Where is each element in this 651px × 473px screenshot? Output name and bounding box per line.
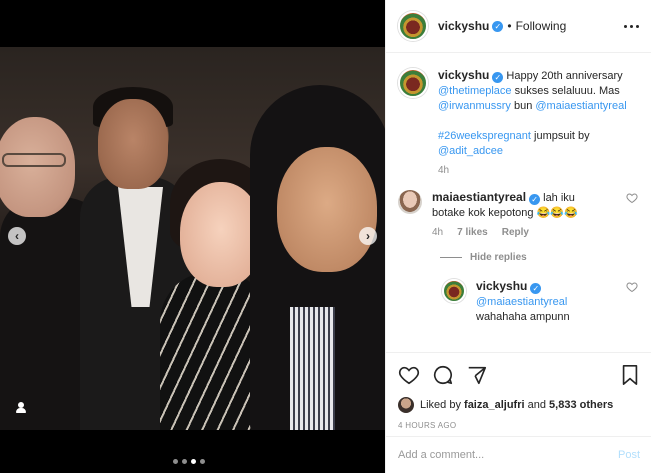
reply-avatar[interactable] [442, 279, 466, 303]
action-icons [398, 363, 640, 387]
mention-link[interactable]: @adit_adcee [438, 145, 503, 157]
reply-body: wahahaha ampunn [476, 311, 570, 323]
verified-badge-icon: ✓ [492, 20, 504, 32]
comment-time[interactable]: 4h [432, 227, 443, 238]
post-sidebar: vickyshu ✓ • Following vickyshu ✓ Happy 2… [385, 0, 651, 473]
caption: vickyshu ✓ Happy 20th anniversary @thetim… [398, 68, 640, 176]
add-comment-bar: Post [386, 436, 651, 473]
author-avatar[interactable] [398, 11, 428, 41]
reply-username[interactable]: vickyshu [476, 279, 527, 293]
caption-avatar[interactable] [398, 68, 428, 98]
more-options-icon[interactable] [624, 24, 639, 28]
tagged-users-icon[interactable] [16, 402, 26, 413]
caption-text-part: jumpsuit by [530, 130, 590, 142]
photo-detail [98, 99, 168, 189]
carousel-next-button[interactable]: › [359, 227, 377, 245]
caption-meta: 4h [438, 165, 628, 176]
hashtag-link[interactable]: #26weekspregnant [438, 130, 531, 142]
post-actions: Liked by faiza_aljufri and 5,833 others … [386, 352, 651, 430]
photo-detail [290, 307, 335, 430]
like-reply-icon[interactable] [626, 281, 638, 293]
divider [440, 257, 462, 258]
chevron-left-icon: ‹ [15, 229, 19, 243]
following-button[interactable]: Following [516, 19, 567, 33]
caption-text-part: Happy 20th anniversary [503, 70, 623, 82]
carousel-dot [173, 459, 178, 464]
liked-by-suffix: and [524, 399, 550, 411]
liked-by: Liked by faiza_aljufri and 5,833 others [398, 397, 640, 413]
carousel-dot [182, 459, 187, 464]
share-icon[interactable] [466, 364, 488, 386]
liked-by-prefix: Liked by [420, 399, 465, 411]
liker-username[interactable]: faiza_aljufri [464, 399, 525, 411]
like-comment-icon[interactable] [626, 192, 638, 204]
hide-replies-label: Hide replies [470, 252, 527, 263]
comment-likes[interactable]: 7 likes [457, 227, 488, 238]
post-timestamp[interactable]: 4 HOURS AGO [398, 421, 640, 430]
caption-text: vickyshu ✓ Happy 20th anniversary @thetim… [438, 68, 628, 159]
liker-avatar[interactable] [398, 397, 414, 413]
reply-comment: vickyshu ✓ @maiaestiantyreal wahahaha amp… [442, 279, 640, 325]
commenter-username[interactable]: maiaestiantyreal [432, 190, 526, 204]
verified-badge-icon: ✓ [530, 283, 542, 294]
hide-replies-button[interactable]: Hide replies [440, 252, 640, 263]
post-header: vickyshu ✓ • Following [386, 0, 651, 53]
verified-badge-icon: ✓ [529, 194, 541, 205]
commenter-avatar[interactable] [398, 190, 422, 214]
mention-link[interactable]: @maiaestiantyreal [476, 296, 567, 308]
post-comment-button[interactable]: Post [618, 449, 640, 461]
caption-text-part: bun [510, 100, 536, 112]
bookmark-icon[interactable] [620, 364, 640, 386]
separator: • [507, 19, 512, 33]
mention-link[interactable]: @maiaestiantyreal [535, 100, 626, 112]
comments-list[interactable]: vickyshu ✓ Happy 20th anniversary @thetim… [386, 54, 651, 352]
media-area: ‹ › [0, 0, 385, 473]
chevron-right-icon: › [366, 229, 370, 243]
reply-text: vickyshu ✓ @maiaestiantyreal wahahaha amp… [476, 279, 626, 325]
carousel-dot [200, 459, 205, 464]
comment-input[interactable] [398, 449, 618, 461]
verified-badge-icon: ✓ [492, 72, 504, 83]
post-photo[interactable] [0, 47, 385, 430]
heart-icon[interactable] [398, 364, 420, 386]
author-info: vickyshu ✓ • Following [438, 19, 566, 33]
comment-icon[interactable] [432, 364, 454, 386]
caption-username[interactable]: vickyshu [438, 68, 489, 82]
carousel-indicator [173, 459, 205, 464]
caption-text-part: sukses selaluuu. Mas [511, 85, 620, 97]
comment-meta: 4h 7 likes Reply [432, 227, 602, 238]
photo-detail [277, 147, 377, 272]
comment: maiaestiantyreal ✓ lah iku botake kok kep… [398, 190, 640, 238]
mention-link[interactable]: @thetimeplace [438, 85, 512, 97]
caption-time[interactable]: 4h [438, 165, 449, 176]
carousel-dot-active [191, 459, 196, 464]
likes-count[interactable]: 5,833 others [549, 399, 613, 411]
mention-link[interactable]: @irwanmussry [438, 100, 511, 112]
author-username[interactable]: vickyshu [438, 19, 489, 33]
reply-button[interactable]: Reply [502, 227, 529, 238]
comment-text: maiaestiantyreal ✓ lah iku botake kok kep… [432, 190, 602, 221]
photo-detail [2, 153, 66, 167]
carousel-prev-button[interactable]: ‹ [8, 227, 26, 245]
photo-detail [0, 117, 75, 217]
